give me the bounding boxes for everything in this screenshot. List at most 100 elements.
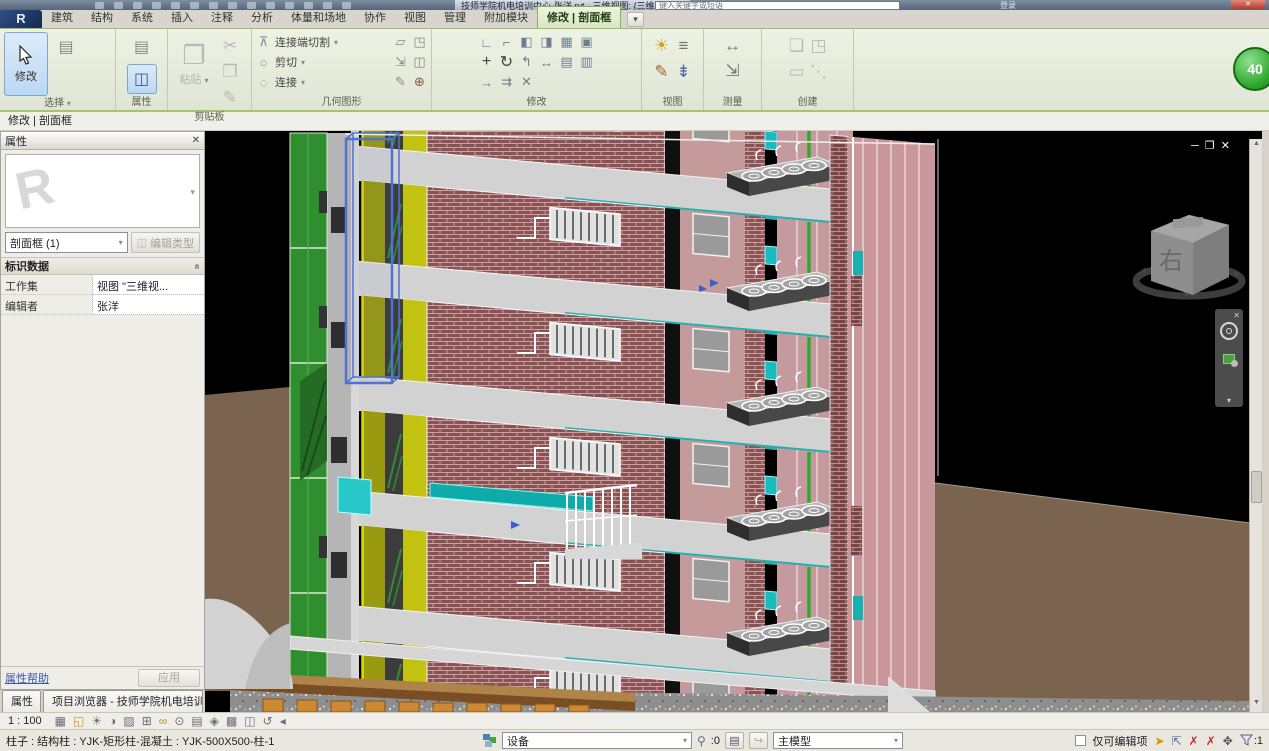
cut-to-clipboard-icon[interactable]: ✂ xyxy=(223,37,237,54)
drawing-area[interactable]: ─❐✕ ✳✳✳ 右 ✕ xyxy=(205,131,1262,712)
exclude-options-icon[interactable]: ✗ xyxy=(1189,734,1199,748)
worksets-icon[interactable] xyxy=(483,734,497,747)
measure-between-icon[interactable]: ⇲ xyxy=(725,62,739,79)
design-options-icon[interactable]: ▤ xyxy=(725,732,744,749)
reveal-hidden-elements-icon[interactable]: ⊙ xyxy=(174,715,184,727)
demolish-hammer-icon[interactable]: ⊕ xyxy=(412,74,427,90)
tab-manage[interactable]: 管理 xyxy=(435,7,475,28)
active-workset-dropdown[interactable]: 设备 ▾ xyxy=(502,732,692,749)
collapse-section-icon[interactable]: « xyxy=(192,263,203,269)
select-extra-icon[interactable]: ▤ xyxy=(51,32,81,62)
create-similar-icon[interactable]: ⋱ xyxy=(810,63,827,80)
scroll-down-icon[interactable]: ▼ xyxy=(1251,699,1262,711)
array-icon[interactable]: ▤ xyxy=(560,54,572,70)
design-option-dropdown[interactable]: 主模型 ▾ xyxy=(773,732,903,749)
trim-extend-icon[interactable]: ↰ xyxy=(521,54,532,70)
vertical-scrollbar[interactable]: ▲ ▼ xyxy=(1249,139,1262,712)
edit-type-button[interactable]: ◫ 编辑类型 xyxy=(131,232,200,253)
tab-collaborate[interactable]: 协作 xyxy=(355,7,395,28)
scrollbar-thumb[interactable] xyxy=(1251,471,1262,503)
3d-model-canvas[interactable] xyxy=(205,131,1262,712)
geo-extra-icon-1[interactable]: ▱ xyxy=(393,34,408,50)
tab-analyze[interactable]: 分析 xyxy=(242,7,282,28)
signin-link[interactable]: 登录 xyxy=(1000,0,1016,10)
type-preview[interactable]: R ▾ xyxy=(5,154,200,228)
join-geometry-button[interactable]: ◌ 连接▾ ✎ ⊕ xyxy=(256,72,427,92)
cut-geometry-button[interactable]: ○ 剪切▾ ⇲ ◫ xyxy=(256,52,427,72)
geo-extra-icon-3[interactable]: ⇲ xyxy=(393,54,408,70)
property-row-workset[interactable]: 工作集 视图 "三维视... xyxy=(1,275,204,295)
split-element-icon[interactable]: ▦ xyxy=(560,34,572,50)
sun-path-icon[interactable]: ☀ xyxy=(91,715,102,727)
tab-massing-site[interactable]: 体量和场地 xyxy=(282,7,355,28)
geo-extra-icon-2[interactable]: ◳ xyxy=(412,34,427,50)
crop-view-icon[interactable]: ⊞ xyxy=(142,715,152,727)
rotate-icon[interactable]: ↻ xyxy=(500,52,513,72)
scroll-up-icon[interactable]: ▲ xyxy=(1251,140,1262,152)
properties-close-icon[interactable]: ✕ xyxy=(192,135,200,146)
trim-single-icon[interactable]: → xyxy=(480,75,493,90)
tab-view[interactable]: 视图 xyxy=(395,7,435,28)
tab-modify-section-box[interactable]: 修改 | 剖面框 xyxy=(537,6,621,28)
paint-icon[interactable]: ✎ xyxy=(654,63,668,80)
search-input[interactable] xyxy=(655,1,900,10)
tab-architecture[interactable]: 建筑 xyxy=(42,7,82,28)
constraints-display-icon[interactable]: ◫ xyxy=(244,715,255,727)
preview-dropdown-icon[interactable]: ▾ xyxy=(190,187,195,198)
property-row-edited-by[interactable]: 编辑者 张洋 xyxy=(1,295,204,315)
steering-wheel-icon[interactable] xyxy=(1220,322,1238,340)
scale-icon[interactable]: ▥ xyxy=(580,54,592,70)
panel-label-select[interactable]: 选择 ▾ xyxy=(0,96,115,111)
apply-button[interactable]: 应用 xyxy=(138,669,200,687)
geo-extra-icon-5[interactable]: ✎ xyxy=(393,74,408,90)
properties-help-link[interactable]: 属性帮助 xyxy=(5,670,49,686)
geo-extra-icon-4[interactable]: ◫ xyxy=(412,54,427,70)
create-parts-icon[interactable]: ▭ xyxy=(788,63,804,80)
window-close-button[interactable]: ✕ xyxy=(1231,0,1265,9)
tab-annotate[interactable]: 注释 xyxy=(202,7,242,28)
drag-elements-icon[interactable]: ✥ xyxy=(1223,734,1233,748)
copy-icon[interactable]: ↔ xyxy=(540,55,553,70)
rendering-dialog-icon[interactable]: ▨ xyxy=(123,715,134,727)
tab-insert[interactable]: 插入 xyxy=(162,7,202,28)
ribbon-state-toggle[interactable]: ▾ xyxy=(627,12,644,27)
select-links-icon[interactable]: ⇱ xyxy=(1172,734,1182,748)
copy-to-clipboard-icon[interactable]: ❐ xyxy=(222,63,237,80)
navbar-dropdown-icon[interactable]: ▾ xyxy=(1227,396,1231,405)
selection-filter-button[interactable]: :1 xyxy=(1240,734,1263,747)
tab-structure[interactable]: 结构 xyxy=(82,7,122,28)
visual-style-icon[interactable]: ◱ xyxy=(73,715,84,727)
properties-palette-toggle[interactable]: ◫ xyxy=(127,64,157,94)
tab-properties-palette[interactable]: 属性 xyxy=(2,690,41,712)
add-to-set-icon[interactable]: ↪ xyxy=(749,732,768,749)
zoom-tool-icon[interactable] xyxy=(1223,354,1235,364)
render-icon[interactable]: ≡ xyxy=(679,37,689,54)
type-selector-dropdown[interactable]: 剖面框 (1) ▾ xyxy=(5,232,128,253)
selected-column[interactable] xyxy=(346,133,399,383)
shadows-icon[interactable]: ◑ xyxy=(109,715,116,727)
navigation-bar[interactable]: ✕ ▾ xyxy=(1215,309,1243,407)
match-properties-icon[interactable]: ✎ xyxy=(223,89,237,106)
press-drag-icon[interactable]: ✗ xyxy=(1206,734,1216,748)
lighting-icon[interactable]: ☀ xyxy=(654,37,669,54)
mirror-pick-axis-icon[interactable]: ◧ xyxy=(520,34,532,50)
paste-button[interactable]: ❐ 粘贴 ▾ xyxy=(172,32,216,96)
join-end-cut-button[interactable]: ⊼ 连接端切割▾ ▱ ◳ xyxy=(256,32,427,52)
viewcube[interactable]: ✳✳✳ 右 xyxy=(1133,193,1248,311)
modify-tool-button[interactable]: 修改 xyxy=(4,32,48,96)
properties-type-icon[interactable]: ▤ xyxy=(127,32,157,62)
application-menu-button[interactable]: R xyxy=(0,10,42,28)
temporary-view-properties-icon[interactable]: ◈ xyxy=(210,715,219,727)
create-assembly-icon[interactable]: ◳ xyxy=(810,37,826,54)
mirror-draw-axis-icon[interactable]: ◨ xyxy=(540,34,552,50)
worksharing-display-icon[interactable]: ▤ xyxy=(191,715,202,727)
editing-requests-icon[interactable]: ⚲ xyxy=(697,734,706,748)
analytical-model-icon[interactable]: ▩ xyxy=(226,715,237,727)
trim-multiple-icon[interactable]: ⇉ xyxy=(501,74,512,90)
create-group-icon[interactable]: ❏ xyxy=(789,37,804,54)
offset-icon[interactable]: ⌐ xyxy=(503,35,511,50)
identity-data-header[interactable]: 标识数据 « xyxy=(1,257,204,275)
measure-ruler-icon[interactable]: ↔ xyxy=(724,37,741,54)
tab-project-browser[interactable]: 项目浏览器 - 技师学院机电培训... xyxy=(43,690,203,712)
view-range-icon[interactable]: ⇟ xyxy=(676,63,690,80)
